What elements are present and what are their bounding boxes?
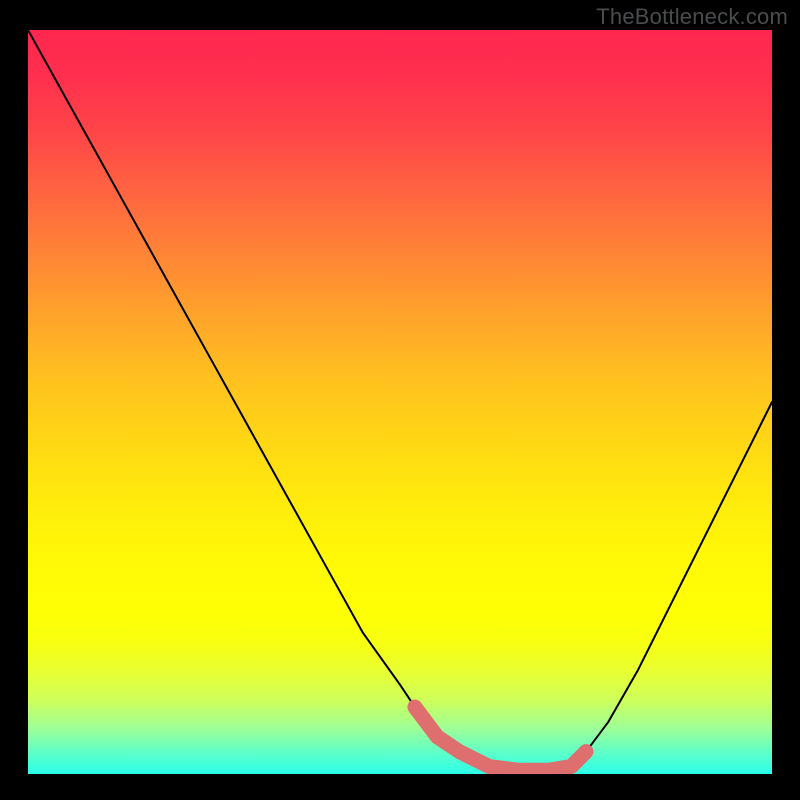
curve-layer — [28, 30, 772, 774]
chart-container: TheBottleneck.com — [0, 0, 800, 800]
watermark-text: TheBottleneck.com — [596, 4, 788, 30]
highlight-band — [415, 707, 586, 770]
plot-area — [28, 30, 772, 774]
main-curve — [28, 30, 772, 770]
